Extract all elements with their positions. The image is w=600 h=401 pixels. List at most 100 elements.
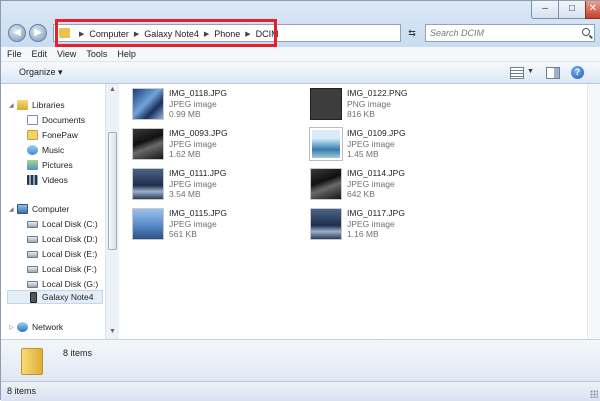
address-highlight-box [55,19,277,47]
nav-item-local-disk-e[interactable]: Local Disk (E:) [27,247,97,261]
nav-label: Local Disk (E:) [42,249,98,259]
change-view-icon[interactable] [510,67,524,79]
file-item[interactable]: IMG_0122.PNG PNG image 816 KB [310,88,470,122]
nav-label: Local Disk (D:) [42,234,98,244]
nav-label: FonePaw [42,130,78,140]
nav-label: Local Disk (G:) [42,279,99,289]
file-item[interactable]: IMG_0114.JPG JPEG image 642 KB [310,168,470,202]
nav-item-libraries[interactable]: ◢ Libraries [9,98,65,112]
file-item[interactable]: IMG_0109.JPG JPEG image 1.45 MB [309,127,470,162]
close-button[interactable]: ✕ [585,1,600,19]
nav-item-galaxy-note4[interactable]: Galaxy Note4 [7,290,103,304]
file-name: IMG_0118.JPG [169,88,227,98]
file-item[interactable]: IMG_0117.JPG JPEG image 1.16 MB [310,208,470,242]
image-thumbnail [310,88,342,120]
fonepaw-folder-icon [27,130,38,140]
forward-button[interactable]: ▶ [29,24,47,42]
expand-arrow-icon[interactable]: ▷ [9,324,17,331]
search-box[interactable]: Search DCIM [425,24,595,42]
forward-arrow-icon: ▶ [34,27,42,38]
menu-view[interactable]: View [57,49,76,59]
file-type: JPEG image [347,138,395,149]
help-icon[interactable]: ? [571,66,584,79]
music-icon [27,145,38,155]
back-button[interactable]: ◀ [8,24,26,42]
file-type: JPEG image [347,178,395,189]
file-size: 642 KB [347,189,375,199]
search-icon[interactable] [582,28,590,36]
image-thumbnail [310,168,342,200]
nav-item-computer[interactable]: ◢ Computer [9,202,69,216]
navigation-pane: ◢ Libraries Documents FonePaw Music Pict… [1,84,119,339]
menu-edit[interactable]: Edit [32,49,48,59]
expand-arrow-icon[interactable]: ◢ [9,102,17,109]
file-size: 816 KB [347,109,375,119]
file-type: JPEG image [169,98,217,109]
nav-item-local-disk-c[interactable]: Local Disk (C:) [27,217,98,231]
file-type: JPEG image [347,218,395,229]
nav-item-fonepaw[interactable]: FonePaw [27,128,78,142]
file-size: 1.62 MB [169,149,201,159]
nav-item-music[interactable]: Music [27,143,64,157]
nav-label: Music [42,145,65,155]
nav-label: Videos [42,175,68,185]
drive-icon [27,265,38,273]
image-thumbnail [132,208,164,240]
folder-icon [21,348,43,375]
file-size: 3.54 MB [169,189,201,199]
expand-arrow-icon[interactable]: ◢ [9,206,17,213]
view-dropdown-icon[interactable]: ▼ [527,68,534,75]
nav-item-videos[interactable]: Videos [27,173,68,187]
image-thumbnail [132,128,164,160]
file-item[interactable]: IMG_0111.JPG JPEG image 3.54 MB [132,168,292,202]
nav-label: Local Disk (C:) [42,219,98,229]
drive-icon [27,280,38,288]
nav-item-documents[interactable]: Documents [27,113,85,127]
nav-item-local-disk-g[interactable]: Local Disk (G:) [27,277,98,291]
nav-scrollbar[interactable]: ▲ ▼ [105,84,119,339]
file-type: JPEG image [169,178,217,189]
nav-scrollbar-thumb[interactable] [108,132,117,250]
back-arrow-icon: ◀ [13,27,21,38]
nav-item-local-disk-f[interactable]: Local Disk (F:) [27,262,97,276]
nav-label: Local Disk (F:) [42,264,97,274]
nav-label: Network [32,322,64,332]
drive-icon [27,235,38,243]
image-thumbnail [132,88,164,120]
scroll-up-icon[interactable]: ▲ [109,86,116,93]
maximize-button[interactable]: □ [558,1,586,19]
pictures-icon [27,160,38,170]
menu-file[interactable]: File [7,49,22,59]
nav-label: Pictures [42,160,73,170]
file-size: 1.16 MB [347,229,379,239]
file-item[interactable]: IMG_0093.JPG JPEG image 1.62 MB [132,128,292,162]
organize-button[interactable]: Organize ▾ [19,67,63,78]
preview-pane-icon[interactable] [546,67,560,79]
menu-help[interactable]: Help [117,49,136,59]
minimize-button[interactable]: – [531,1,559,19]
file-list: IMG_0118.JPG JPEG image 0.99 MB IMG_0122… [120,84,600,339]
file-type: JPEG image [169,218,217,229]
documents-icon [27,115,38,125]
status-item-count: 8 items [7,386,37,396]
videos-icon [27,175,38,185]
drive-icon [27,220,38,228]
resize-grip-icon[interactable] [590,390,598,398]
scroll-down-icon[interactable]: ▼ [109,328,116,335]
file-item[interactable]: IMG_0115.JPG JPEG image 561 KB [132,208,292,242]
content-scrollbar[interactable] [587,84,600,339]
command-bar: Organize ▾ ▼ ? [1,62,600,84]
file-name: IMG_0109.JPG [347,128,406,138]
nav-label: Galaxy Note4 [42,292,94,302]
phone-device-icon [30,291,37,303]
file-name: IMG_0114.JPG [347,168,405,178]
nav-item-local-disk-d[interactable]: Local Disk (D:) [27,232,98,246]
file-type: JPEG image [169,138,217,149]
nav-item-pictures[interactable]: Pictures [27,158,73,172]
nav-label: Computer [32,204,70,214]
menu-tools[interactable]: Tools [86,49,107,59]
file-name: IMG_0115.JPG [169,208,227,218]
file-item[interactable]: IMG_0118.JPG JPEG image 0.99 MB [132,88,292,122]
nav-item-network[interactable]: ▷ Network [9,320,63,334]
refresh-icon[interactable]: ⇆ [405,25,419,41]
